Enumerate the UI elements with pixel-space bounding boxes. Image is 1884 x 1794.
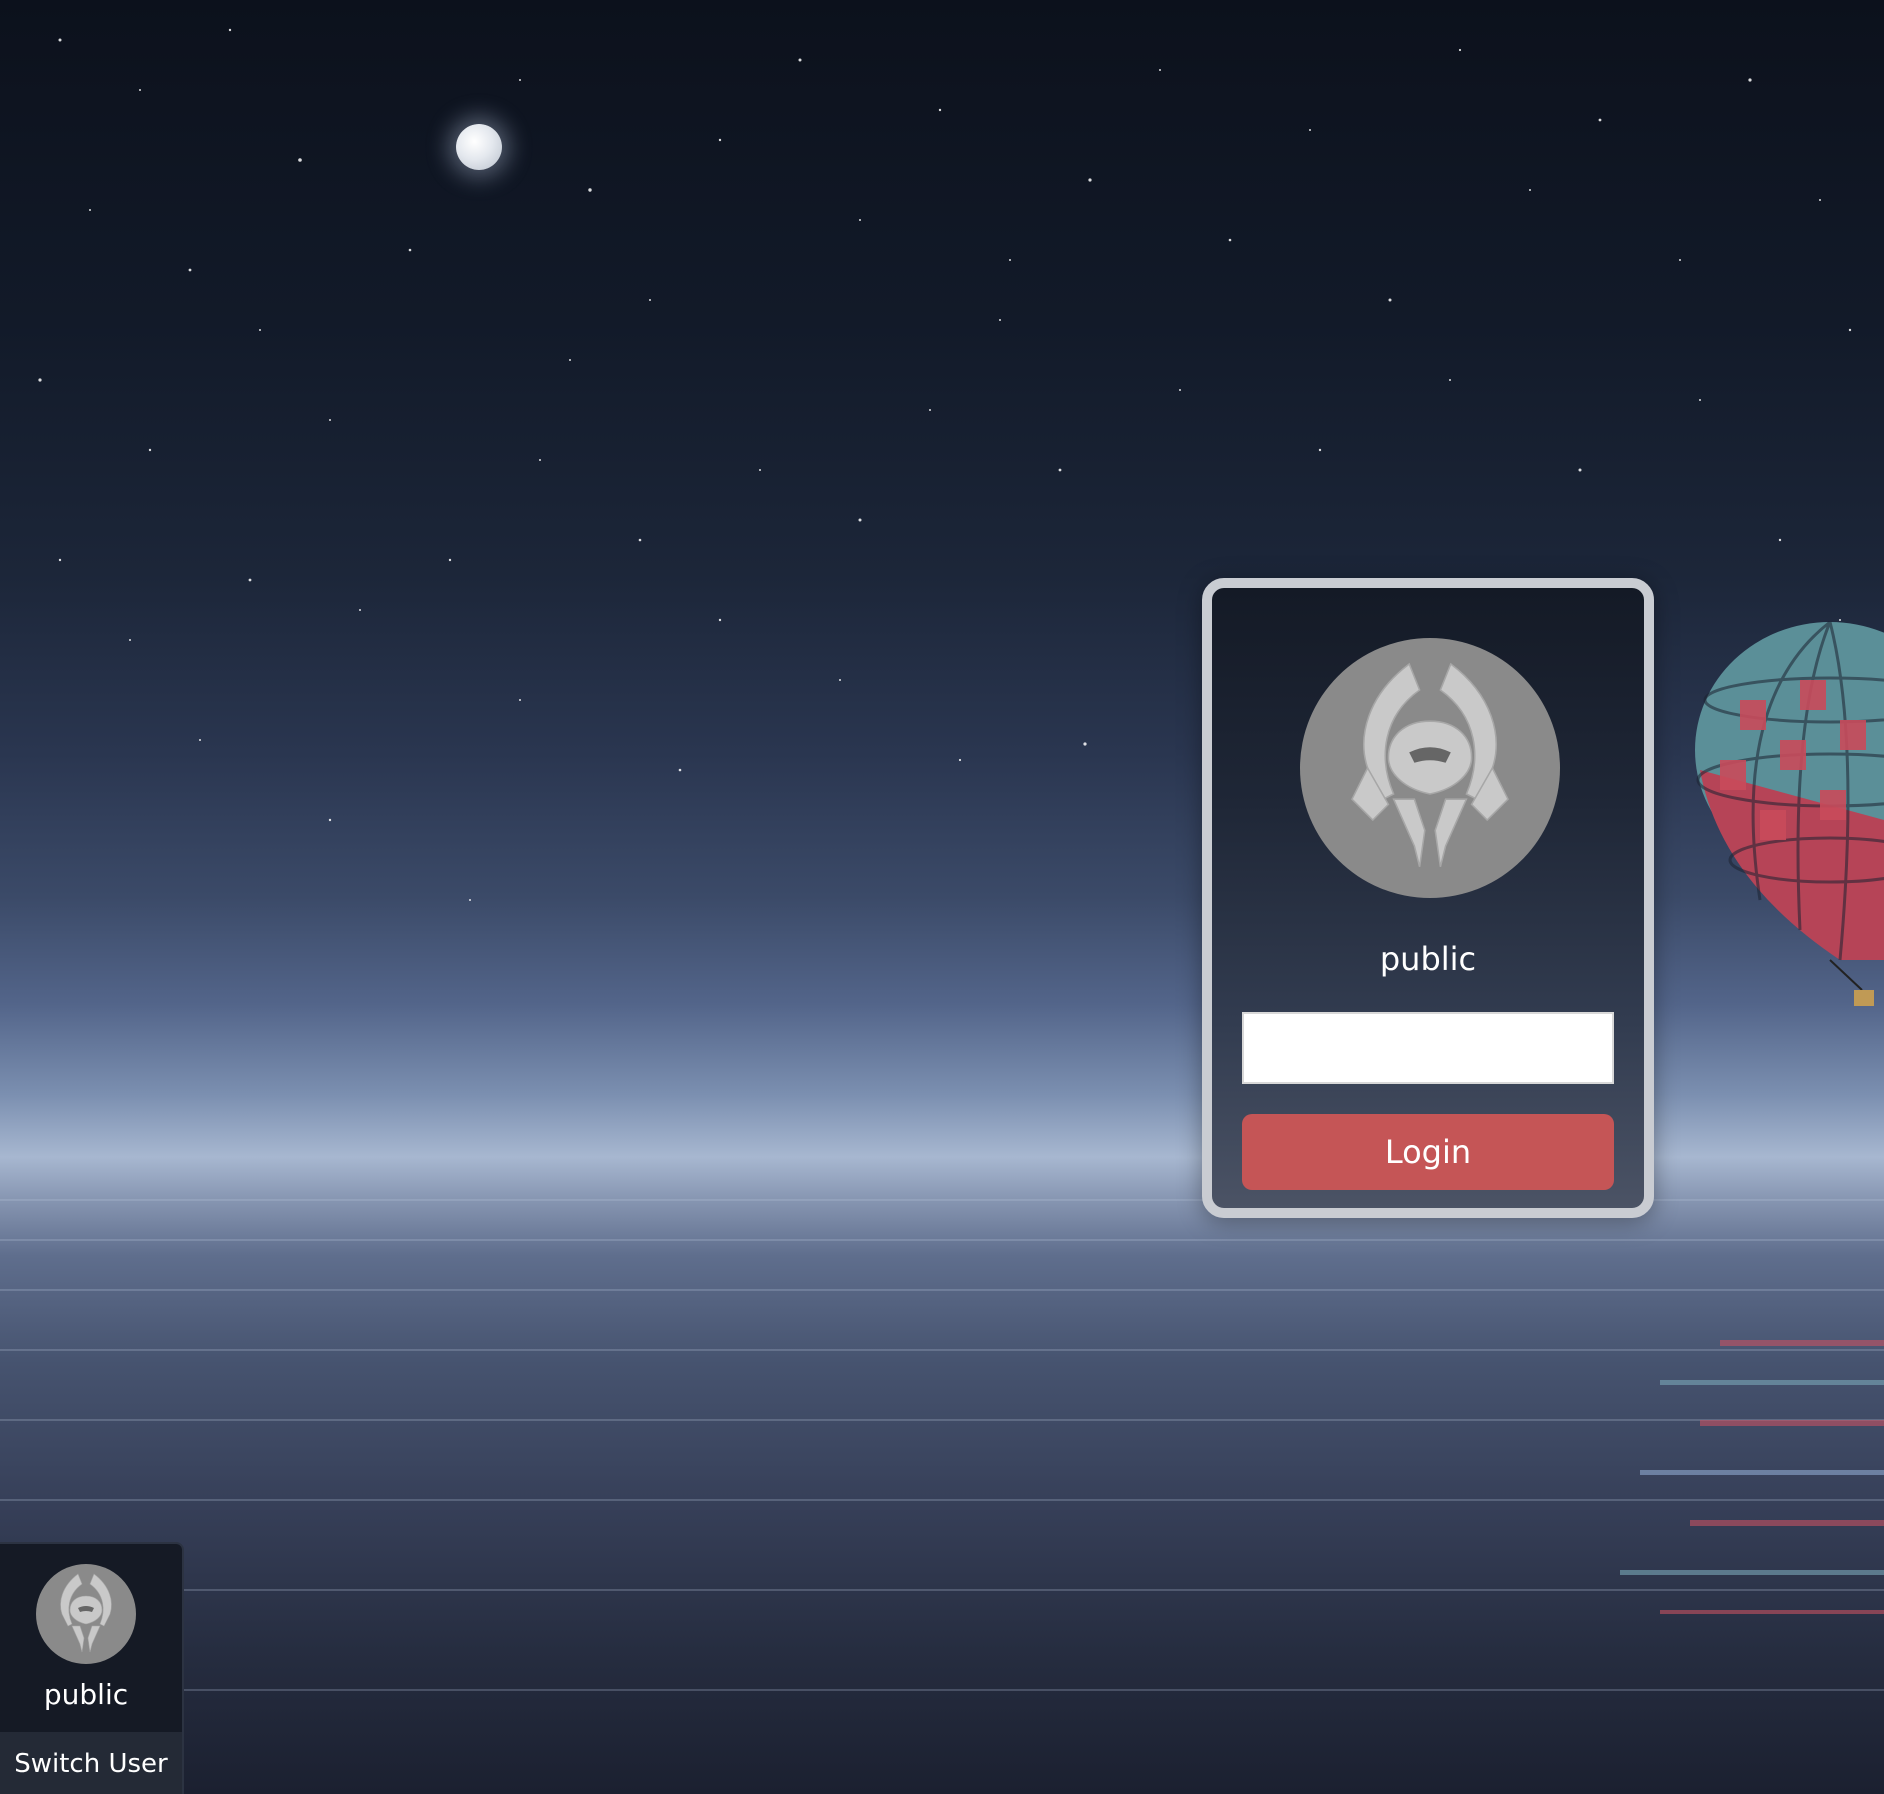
hot-air-balloon <box>1695 620 1884 1006</box>
login-button[interactable]: Login <box>1242 1114 1614 1190</box>
switch-user-button[interactable]: Switch User <box>0 1732 182 1794</box>
water-ripples <box>0 1199 1884 1691</box>
user-avatar-small[interactable] <box>36 1564 136 1664</box>
panel-username[interactable]: public <box>0 1678 172 1711</box>
winged-helmet-emblem-icon <box>60 1573 112 1653</box>
winged-helmet-emblem-icon <box>1351 662 1509 867</box>
balloon-reflection <box>1620 1340 1884 1614</box>
user-switcher-panel: public Switch User <box>0 1542 184 1794</box>
login-card: public Login <box>1202 578 1654 1218</box>
user-avatar <box>1300 638 1560 898</box>
password-input[interactable] <box>1242 1012 1614 1084</box>
moon <box>456 124 502 170</box>
login-username: public <box>1379 940 1477 978</box>
